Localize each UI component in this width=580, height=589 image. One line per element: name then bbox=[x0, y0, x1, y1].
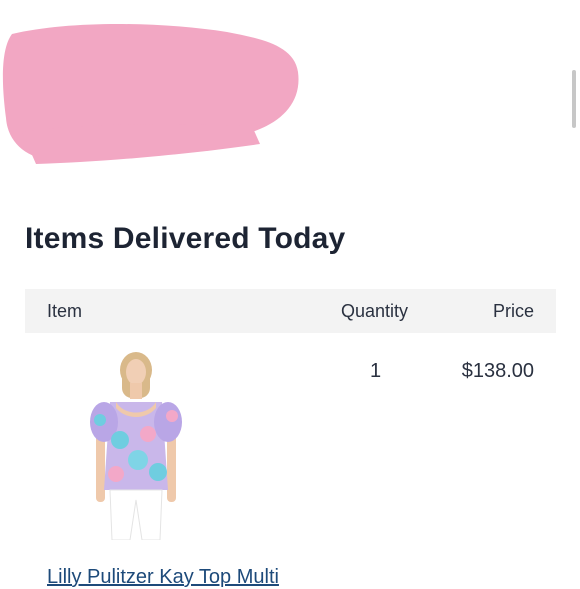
scrollbar-thumb[interactable] bbox=[572, 70, 576, 128]
product-image[interactable] bbox=[80, 350, 192, 540]
redaction-overlay bbox=[2, 24, 299, 164]
column-header-item: Item bbox=[47, 301, 83, 321]
product-name-link[interactable]: Lilly Pulitzer Kay Top Multi bbox=[47, 566, 279, 589]
column-header-price: Price bbox=[492, 301, 534, 321]
item-price: $138.00 bbox=[461, 360, 534, 382]
column-header-quantity: Quantity bbox=[341, 301, 409, 321]
item-quantity: 1 bbox=[370, 360, 382, 382]
section-title: Items Delivered Today bbox=[25, 222, 346, 255]
table-header: Item Quantity Price bbox=[25, 289, 556, 333]
